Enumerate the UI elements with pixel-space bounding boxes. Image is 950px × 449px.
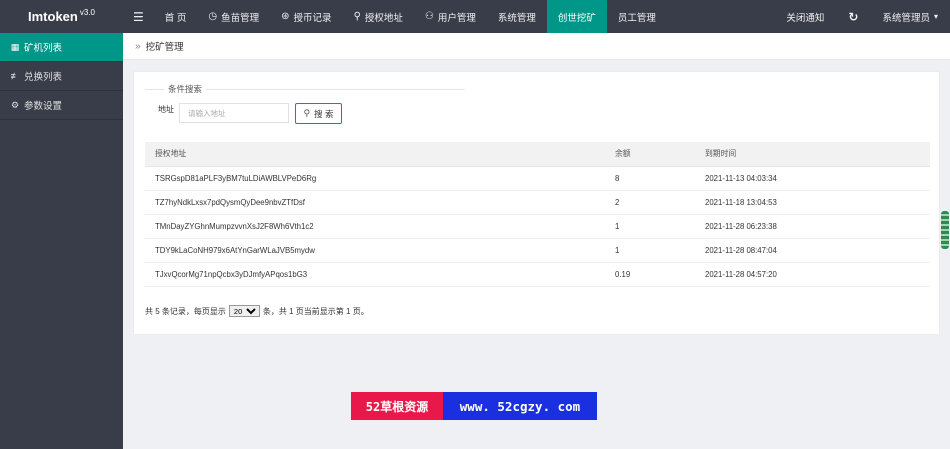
nav-item-coin-records[interactable]: ⊛ 授币记录 [270,0,342,33]
search-button-label: 搜 索 [314,108,334,119]
nav-item-system[interactable]: 系统管理 [487,0,547,33]
nav-item-auth-address[interactable]: ⚲ 授权地址 [343,0,414,33]
watermark-right: www. 52cgzy. com [443,392,597,420]
notify-label: 关闭通知 [786,12,825,24]
table-row[interactable]: TJxvQcorMg71npQcbx3yDJmfyAPqos1bG3 0.19 … [145,262,930,287]
coin-icon: ⊛ [281,11,290,22]
admin-label: 系统管理员 [882,12,930,24]
page-size-select[interactable]: 20 [228,305,260,317]
sliders-icon: ≢ [10,71,20,81]
nav-item-users[interactable]: ⚇ 用户管理 [414,0,487,33]
table-row[interactable]: TDY9kLaCoNH979x6AtYnGarWLaJVB5mydw 1 202… [145,238,930,263]
close-notify-button[interactable]: 关闭通知 [774,0,836,33]
main-nav: ☰ 首 页 ◷ 鱼苗管理 ⊛ 授币记录 ⚲ 授权地址 ⚇ 用户管理 系统管理 创世挖矿 … [123,0,774,33]
expiry-cell: 2021-11-28 04:57:20 [695,262,930,287]
admin-menu[interactable]: 系统管理员 ▾ [870,0,950,33]
address-cell: TMnDayZYGhnMumpzvvnXsJ2F8Wh6Vth1c2 [145,214,605,239]
pager-prefix: 共 5 条记录，每页显示 [145,306,226,316]
sidebar-item-exchange[interactable]: ≢ 兑换列表 [0,62,123,91]
nav-label: 首 页 [164,12,187,24]
table-row[interactable]: TSRGspD81aPLF3yBM7tuLDiAWBLVPeD6Rg 8 202… [145,166,930,191]
double-chevron-icon: » [135,40,141,52]
app-version: v3.0 [79,8,95,17]
search-icon: ⚲ [303,108,311,118]
refresh-icon[interactable]: ↻ [836,0,870,33]
nav-label: 授权地址 [364,12,403,24]
nav-label: 员工管理 [617,12,656,24]
nav-item-mining[interactable]: 创世挖矿 [546,0,607,33]
column-header[interactable]: 余额 [605,142,695,167]
pager-suffix: 条，共 1 页当前显示第 1 页。 [262,306,369,316]
pagination: 共 5 条记录，每页显示 20 条，共 1 页当前显示第 1 页。 [145,305,369,317]
sidebar-item-label: 参数设置 [24,101,63,112]
address-search-input[interactable] [179,103,289,123]
balance-cell: 0.19 [605,262,695,287]
search-legend: 条件搜索 [164,83,207,95]
grid-icon: ▦ [10,41,20,52]
scroll-indicator[interactable] [941,211,949,249]
right-nav: 关闭通知 ↻ 系统管理员 ▾ [774,0,950,33]
balance-cell: 1 [605,238,695,263]
nav-label: 授币记录 [293,12,332,24]
nav-label: 系统管理 [497,12,536,24]
table-header-row: 授权地址 余额 到期时间 [145,142,930,167]
expiry-cell: 2021-11-28 06:23:38 [695,214,930,239]
sidebar-item-label: 矿机列表 [24,43,63,54]
column-header[interactable]: 授权地址 [145,142,605,167]
miners-table: 授权地址 余额 到期时间 TSRGspD81aPLF3yBM7tuLDiAWBL… [145,142,930,287]
balance-cell: 1 [605,214,695,239]
expiry-cell: 2021-11-18 13:04:53 [695,190,930,215]
breadcrumb: » 挖矿管理 [123,33,950,60]
expiry-cell: 2021-11-13 04:03:34 [695,166,930,191]
user-icon: ⚇ [424,11,434,22]
address-cell: TSRGspD81aPLF3yBM7tuLDiAWBLVPeD6Rg [145,166,605,191]
app-name: Imtoken [28,9,78,24]
address-cell: TZ7hyNdkLxsx7pdQysmQyDee9nbvZTfDsf [145,190,605,215]
sidebar-item-miners[interactable]: ▦ 矿机列表 [0,33,123,62]
expiry-cell: 2021-11-28 08:47:04 [695,238,930,263]
nav-item-home[interactable]: 首 页 [154,0,198,33]
nav-label: 创世挖矿 [557,12,596,24]
nav-label: 用户管理 [437,12,476,24]
address-cell: TJxvQcorMg71npQcbx3yDJmfyAPqos1bG3 [145,262,605,287]
nav-item-fry[interactable]: ◷ 鱼苗管理 [197,0,270,33]
watermark-left: 52草根资源 [351,392,443,420]
gear-icon: ⚙ [10,99,20,110]
sidebar-item-label: 兑换列表 [24,72,63,83]
nav-item-staff[interactable]: 员工管理 [607,0,667,33]
menu-icon[interactable]: ☰ [123,0,154,33]
breadcrumb-label: 挖矿管理 [145,42,184,53]
address-cell: TDY9kLaCoNH979x6AtYnGarWLaJVB5mydw [145,238,605,263]
nav-label: 鱼苗管理 [221,12,260,24]
column-header[interactable]: 到期时间 [695,142,930,167]
search-button[interactable]: ⚲ 搜 索 [295,103,342,124]
table-row[interactable]: TZ7hyNdkLxsx7pdQysmQyDee9nbvZTfDsf 2 202… [145,190,930,215]
balance-cell: 2 [605,190,695,215]
content-card: 条件搜索 地址 ⚲搜 索 授权地址 余额 到期时间 TSRGspD81aPLF3… [133,71,940,335]
address-label: 地址 [158,105,174,114]
table-row[interactable]: TMnDayZYGhnMumpzvvnXsJ2F8Wh6Vth1c2 1 202… [145,214,930,239]
sidebar: ▦ 矿机列表 ≢ 兑换列表 ⚙ 参数设置 [0,33,123,449]
app-logo[interactable]: Imtoken v3.0 [0,0,123,33]
top-navbar: Imtoken v3.0 ☰ 首 页 ◷ 鱼苗管理 ⊛ 授币记录 ⚲ 授权地址 ⚇ 用户管… [0,0,950,33]
watermark-banner: 52草根资源 www. 52cgzy. com [351,392,597,420]
chevron-down-icon: ▾ [933,12,938,21]
location-pin-icon: ⚲ [353,11,361,22]
balance-cell: 8 [605,166,695,191]
clock-icon: ◷ [208,11,218,22]
sidebar-item-settings[interactable]: ⚙ 参数设置 [0,91,123,120]
